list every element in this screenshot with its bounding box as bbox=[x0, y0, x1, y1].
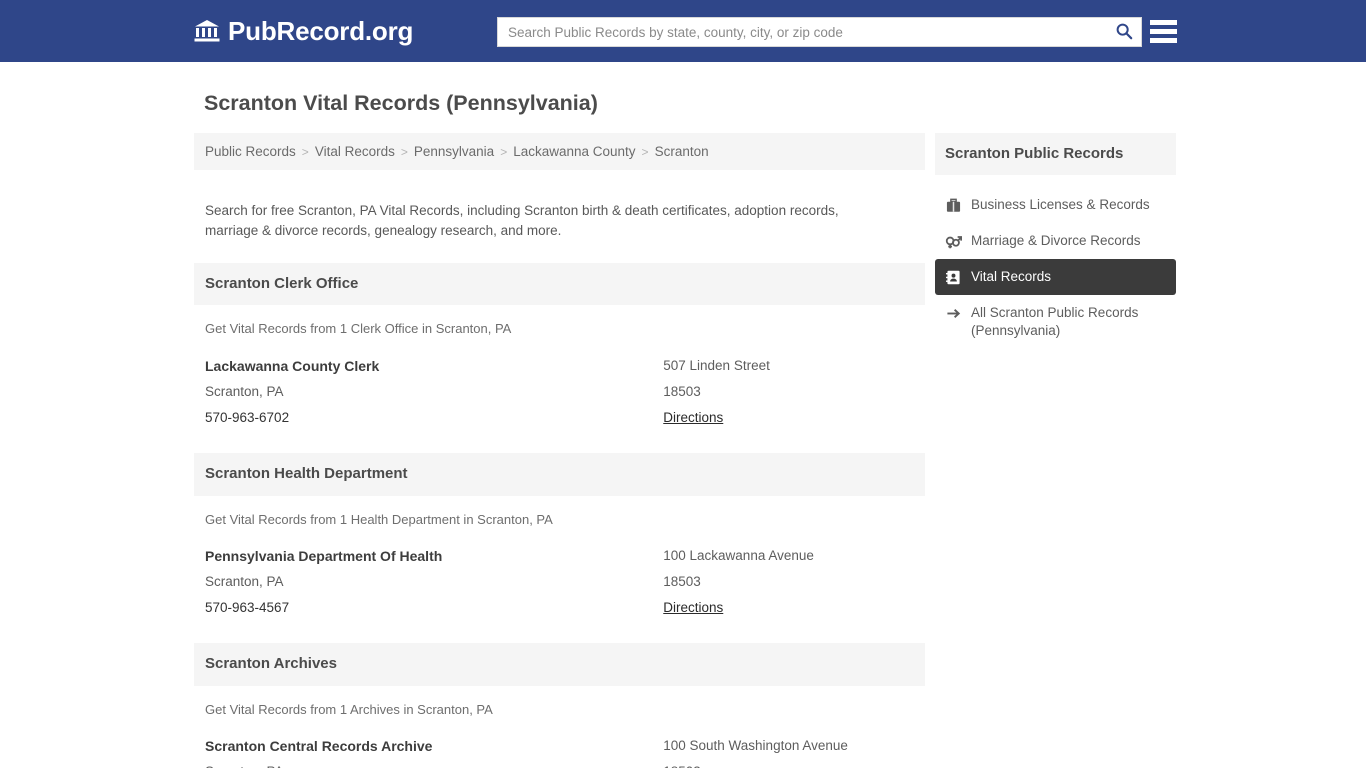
record-left-column: Scranton Central Records Archive Scranto… bbox=[205, 733, 663, 768]
directions-link[interactable]: Directions bbox=[663, 595, 723, 621]
hamburger-menu-icon[interactable] bbox=[1150, 18, 1177, 45]
content-container: Scranton Vital Records (Pennsylvania) Pu… bbox=[194, 90, 1176, 768]
page-title: Scranton Vital Records (Pennsylvania) bbox=[204, 91, 598, 115]
site-header: PubRecord.org bbox=[0, 0, 1366, 62]
sidebar-list: Business Licenses & Records Marriage & D… bbox=[935, 187, 1176, 349]
record-phone: 570-963-6702 bbox=[205, 410, 290, 426]
id-card-icon bbox=[945, 268, 962, 286]
breadcrumb-item-0[interactable]: Public Records bbox=[205, 144, 296, 159]
record-city-state: Scranton, PA bbox=[205, 759, 663, 768]
record-zip: 18503 bbox=[663, 384, 701, 400]
record-zip: 18503 bbox=[663, 759, 914, 768]
record-right-column: 100 South Washington Avenue 18503 Direct… bbox=[663, 733, 914, 768]
record-row: Scranton Central Records Archive Scranto… bbox=[194, 717, 925, 768]
venus-mars-icon bbox=[945, 232, 962, 250]
record-row: Lackawanna County Clerk Scranton, PA 570… bbox=[194, 337, 925, 431]
menu-bar-1 bbox=[1150, 20, 1177, 25]
sidebar-item-label: Marriage & Divorce Records bbox=[971, 233, 1141, 249]
record-address: 100 Lackawanna Avenue bbox=[663, 548, 814, 564]
record-zip: 18503 bbox=[663, 574, 701, 590]
breadcrumb-separator: > bbox=[301, 144, 309, 159]
directions-link[interactable]: Directions bbox=[663, 405, 723, 431]
section-heading: Scranton Archives bbox=[194, 643, 925, 686]
breadcrumb-separator: > bbox=[500, 144, 508, 159]
sidebar-title: Scranton Public Records bbox=[935, 132, 1176, 176]
breadcrumb-item-1[interactable]: Vital Records bbox=[315, 144, 395, 159]
briefcase-icon bbox=[945, 196, 962, 214]
record-left-column: Lackawanna County Clerk Scranton, PA 570… bbox=[205, 353, 663, 431]
sidebar-item-vital-records[interactable]: Vital Records bbox=[935, 259, 1176, 296]
record-name: Scranton Central Records Archive bbox=[205, 738, 433, 755]
records-section: Scranton Health Department Get Vital Rec… bbox=[194, 453, 925, 621]
sidebar-item-all-public-records[interactable]: All Scranton Public Records (Pennsylvani… bbox=[935, 295, 1176, 349]
record-row: Pennsylvania Department Of Health Scrant… bbox=[194, 527, 925, 621]
record-phone: 570-963-4567 bbox=[205, 600, 290, 616]
record-name: Lackawanna County Clerk bbox=[205, 358, 380, 375]
section-subtitle: Get Vital Records from 1 Archives in Scr… bbox=[205, 701, 493, 717]
breadcrumb-separator: > bbox=[641, 144, 649, 159]
arrow-right-icon bbox=[945, 304, 962, 322]
menu-bar-2 bbox=[1150, 29, 1177, 34]
record-right-column: 100 Lackawanna Avenue 18503 Directions bbox=[663, 543, 914, 621]
breadcrumb-item-2[interactable]: Pennsylvania bbox=[414, 144, 494, 159]
search-bar bbox=[497, 17, 1142, 47]
breadcrumb: Public Records > Vital Records > Pennsylvani… bbox=[194, 132, 925, 171]
section-subtitle: Get Vital Records from 1 Health Departme… bbox=[205, 511, 553, 527]
record-name: Pennsylvania Department Of Health bbox=[205, 548, 443, 565]
search-input[interactable] bbox=[498, 18, 1107, 46]
search-button[interactable] bbox=[1107, 18, 1141, 46]
sidebar-item-business-licenses[interactable]: Business Licenses & Records bbox=[935, 187, 1176, 223]
record-city-state: Scranton, PA bbox=[205, 384, 284, 400]
section-heading: Scranton Clerk Office bbox=[194, 262, 925, 306]
record-left-column: Pennsylvania Department Of Health Scrant… bbox=[205, 543, 663, 621]
record-address: 100 South Washington Avenue bbox=[663, 738, 848, 754]
search-icon bbox=[1115, 22, 1133, 43]
bank-building-icon bbox=[194, 19, 220, 43]
site-logo[interactable]: PubRecord.org bbox=[194, 18, 413, 44]
record-right-column: 507 Linden Street 18503 Directions bbox=[663, 353, 914, 431]
sidebar-item-marriage-divorce[interactable]: Marriage & Divorce Records bbox=[935, 223, 1176, 259]
breadcrumb-separator: > bbox=[400, 144, 408, 159]
breadcrumb-item-3[interactable]: Lackawanna County bbox=[513, 144, 635, 159]
section-subtitle: Get Vital Records from 1 Clerk Office in… bbox=[205, 321, 512, 337]
records-section: Scranton Archives Get Vital Records from… bbox=[194, 643, 925, 768]
sidebar-item-label: All Scranton Public Records (Pennsylvani… bbox=[971, 305, 1139, 339]
breadcrumb-item-4[interactable]: Scranton bbox=[655, 144, 709, 159]
record-city-state: Scranton, PA bbox=[205, 574, 284, 590]
page-body: Scranton Vital Records (Pennsylvania) Pu… bbox=[0, 90, 1366, 768]
record-address: 507 Linden Street bbox=[663, 358, 770, 374]
main-column: Public Records > Vital Records > Pennsylvani… bbox=[194, 132, 925, 768]
sidebar-item-label: Vital Records bbox=[971, 269, 1052, 285]
site-logo-text: PubRecord.org bbox=[228, 16, 414, 46]
page-intro-text: Search for free Scranton, PA Vital Recor… bbox=[205, 202, 839, 238]
sidebar: Scranton Public Records Business License… bbox=[935, 132, 1176, 768]
section-heading: Scranton Health Department bbox=[194, 453, 925, 496]
menu-bar-3 bbox=[1150, 38, 1177, 43]
sidebar-item-label: Business Licenses & Records bbox=[971, 197, 1150, 213]
content-columns: Public Records > Vital Records > Pennsylvani… bbox=[194, 132, 1176, 768]
records-section: Scranton Clerk Office Get Vital Records … bbox=[194, 262, 925, 431]
